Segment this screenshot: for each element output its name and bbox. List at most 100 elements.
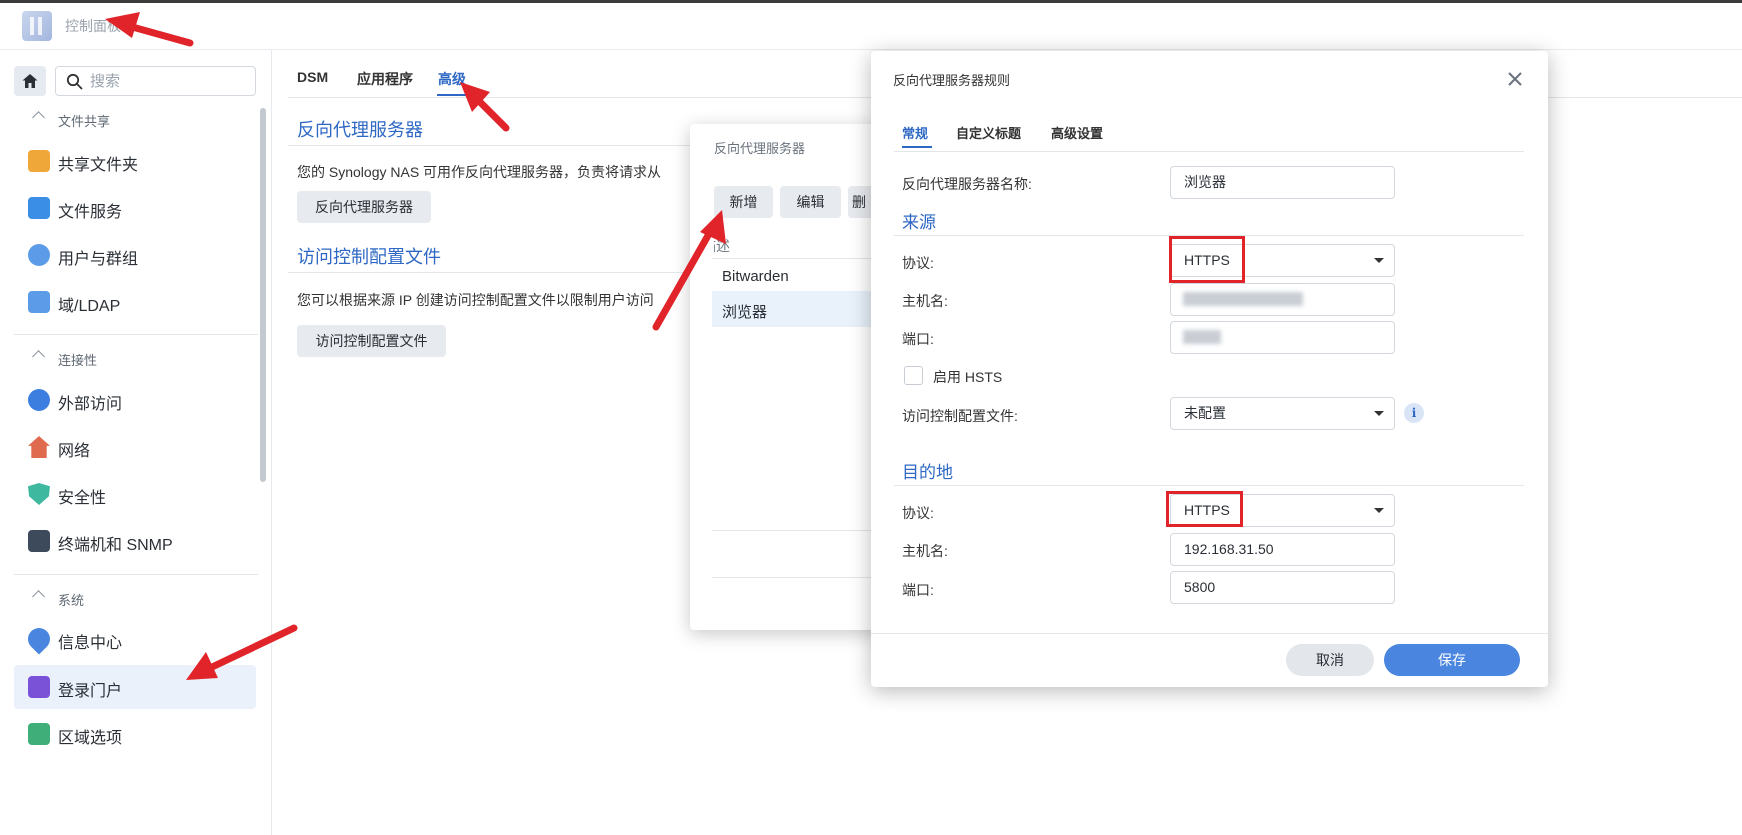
tab-custom-header[interactable]: 自定义标题 — [956, 123, 1021, 142]
destination-section-title: 目的地 — [902, 463, 953, 482]
dialog-tabs-divider — [894, 151, 1524, 152]
title-bar — [0, 0, 1742, 50]
external-access-icon — [28, 389, 50, 411]
sidebar-item-file-services[interactable]: 文件服务 — [14, 186, 256, 230]
section-connectivity[interactable]: 连接性 — [0, 347, 258, 371]
close-icon[interactable] — [1505, 69, 1525, 89]
tab-applications[interactable]: 应用程序 — [357, 69, 413, 89]
security-icon — [28, 483, 50, 505]
source-protocol-label: 协议: — [902, 255, 934, 271]
domain-ldap-icon — [28, 291, 50, 313]
network-icon — [28, 436, 50, 458]
caret-down-icon — [1374, 508, 1384, 513]
table-row[interactable]: 浏览器 — [722, 301, 767, 322]
description-column-header[interactable]: 描述 — [714, 236, 730, 256]
app-title: 控制面板 — [65, 18, 121, 34]
sidebar-item-external-access[interactable]: 外部访问 — [14, 378, 256, 422]
search-input[interactable] — [90, 71, 250, 91]
add-button[interactable]: 新增 — [714, 186, 773, 218]
dialog-footer-rule — [871, 633, 1548, 634]
section-rule — [894, 485, 1524, 486]
acl-profile-label: 访问控制配置文件: — [902, 408, 1018, 424]
table-row[interactable]: Bitwarden — [722, 268, 789, 285]
annotation-highlight — [1169, 236, 1245, 283]
rule-dialog-title: 反向代理服务器规则 — [893, 73, 1011, 88]
sidebar-item-security[interactable]: 安全性 — [14, 472, 256, 516]
access-profile-button[interactable]: 访问控制配置文件 — [297, 325, 446, 357]
sidebar-item-info-center[interactable]: 信息中心 — [14, 617, 256, 661]
home-button[interactable] — [14, 66, 46, 96]
users-groups-icon — [28, 244, 50, 266]
table-bottom-rule — [712, 530, 882, 531]
save-button[interactable]: 保存 — [1384, 644, 1520, 676]
tab-general[interactable]: 常规 — [902, 123, 928, 142]
sidebar-search[interactable] — [55, 66, 256, 96]
hsts-checkbox[interactable] — [904, 366, 923, 385]
sidebar-divider — [14, 574, 258, 575]
tab-advanced[interactable]: 高级 — [438, 69, 466, 89]
sidebar-scrollbar[interactable] — [260, 108, 266, 482]
access-profile-heading: 访问控制配置文件 — [297, 247, 441, 267]
dest-hostname-label: 主机名: — [902, 543, 948, 559]
section-rule — [288, 272, 690, 273]
caret-down-icon — [1374, 411, 1384, 416]
chevron-up-icon — [32, 350, 45, 363]
proxy-name-label: 反向代理服务器名称: — [902, 176, 1032, 192]
dest-port-field[interactable]: 5800 — [1170, 571, 1395, 604]
home-icon — [22, 74, 38, 88]
reverse-proxy-heading: 反向代理服务器 — [297, 120, 423, 140]
access-profile-description: 您可以根据来源 IP 创建访问控制配置文件以限制用户访问 — [297, 292, 654, 308]
file-services-icon — [28, 197, 50, 219]
dest-port-label: 端口: — [902, 582, 934, 598]
terminal-snmp-icon — [28, 530, 50, 552]
source-section-title: 来源 — [902, 213, 936, 232]
reverse-proxy-description: 您的 Synology NAS 可用作反向代理服务器，负责将请求从 — [297, 164, 662, 180]
sidebar-item-shared-folder[interactable]: 共享文件夹 — [14, 139, 256, 183]
acl-profile-select[interactable]: 未配置 — [1170, 397, 1395, 430]
caret-down-icon — [1374, 258, 1384, 263]
regional-options-icon — [28, 723, 50, 745]
cancel-button[interactable]: 取消 — [1286, 644, 1374, 676]
section-system[interactable]: 系统 — [0, 587, 258, 611]
login-portal-icon — [28, 676, 50, 698]
tab-dsm[interactable]: DSM — [297, 69, 328, 85]
dest-protocol-label: 协议: — [902, 505, 934, 521]
info-center-icon — [23, 623, 55, 655]
search-icon — [66, 73, 83, 90]
chevron-up-icon — [32, 111, 45, 124]
hsts-label: 启用 HSTS — [933, 369, 1003, 385]
source-hostname-field[interactable] — [1170, 283, 1395, 316]
chevron-up-icon — [32, 590, 45, 603]
redacted-port — [1183, 330, 1221, 344]
table-header-rule — [712, 258, 882, 259]
sidebar-divider — [14, 334, 258, 335]
acl-profile-value: 未配置 — [1184, 405, 1226, 421]
arrow-to-advanced-tab — [460, 82, 510, 132]
reverse-proxy-button[interactable]: 反向代理服务器 — [297, 191, 431, 223]
section-rule — [288, 145, 690, 146]
source-hostname-label: 主机名: — [902, 293, 948, 309]
source-port-label: 端口: — [902, 331, 934, 347]
dialog-footer-rule — [712, 577, 882, 578]
control-panel-icon — [22, 11, 52, 41]
sidebar-item-regional-options[interactable]: 区域选项 — [14, 712, 256, 756]
shared-folder-icon — [28, 150, 50, 172]
tab-advanced-settings[interactable]: 高级设置 — [1051, 123, 1103, 142]
proxy-name-field[interactable]: 浏览器 — [1170, 166, 1395, 199]
section-file-sharing[interactable]: 文件共享 — [0, 108, 258, 132]
sidebar-item-network[interactable]: 网络 — [14, 425, 256, 469]
reverse-proxy-dialog-title: 反向代理服务器 — [714, 141, 806, 156]
sidebar-item-domain-ldap[interactable]: 域/LDAP — [14, 280, 256, 324]
sidebar-item-login-portal[interactable]: 登录门户 — [14, 665, 256, 709]
dialog-tab-indicator — [902, 146, 932, 148]
edit-button[interactable]: 编辑 — [780, 186, 841, 218]
redacted-hostname — [1183, 292, 1303, 306]
annotation-highlight — [1166, 491, 1243, 527]
sidebar-item-terminal-snmp[interactable]: 终端机和 SNMP — [14, 519, 256, 563]
sidebar-item-users-groups[interactable]: 用户与群组 — [14, 233, 256, 277]
window-top-edge — [0, 0, 1742, 3]
dest-hostname-field[interactable]: 192.168.31.50 — [1170, 533, 1395, 566]
source-port-field[interactable] — [1170, 321, 1395, 354]
tab-active-indicator — [437, 94, 467, 96]
info-icon[interactable]: i — [1404, 403, 1424, 423]
